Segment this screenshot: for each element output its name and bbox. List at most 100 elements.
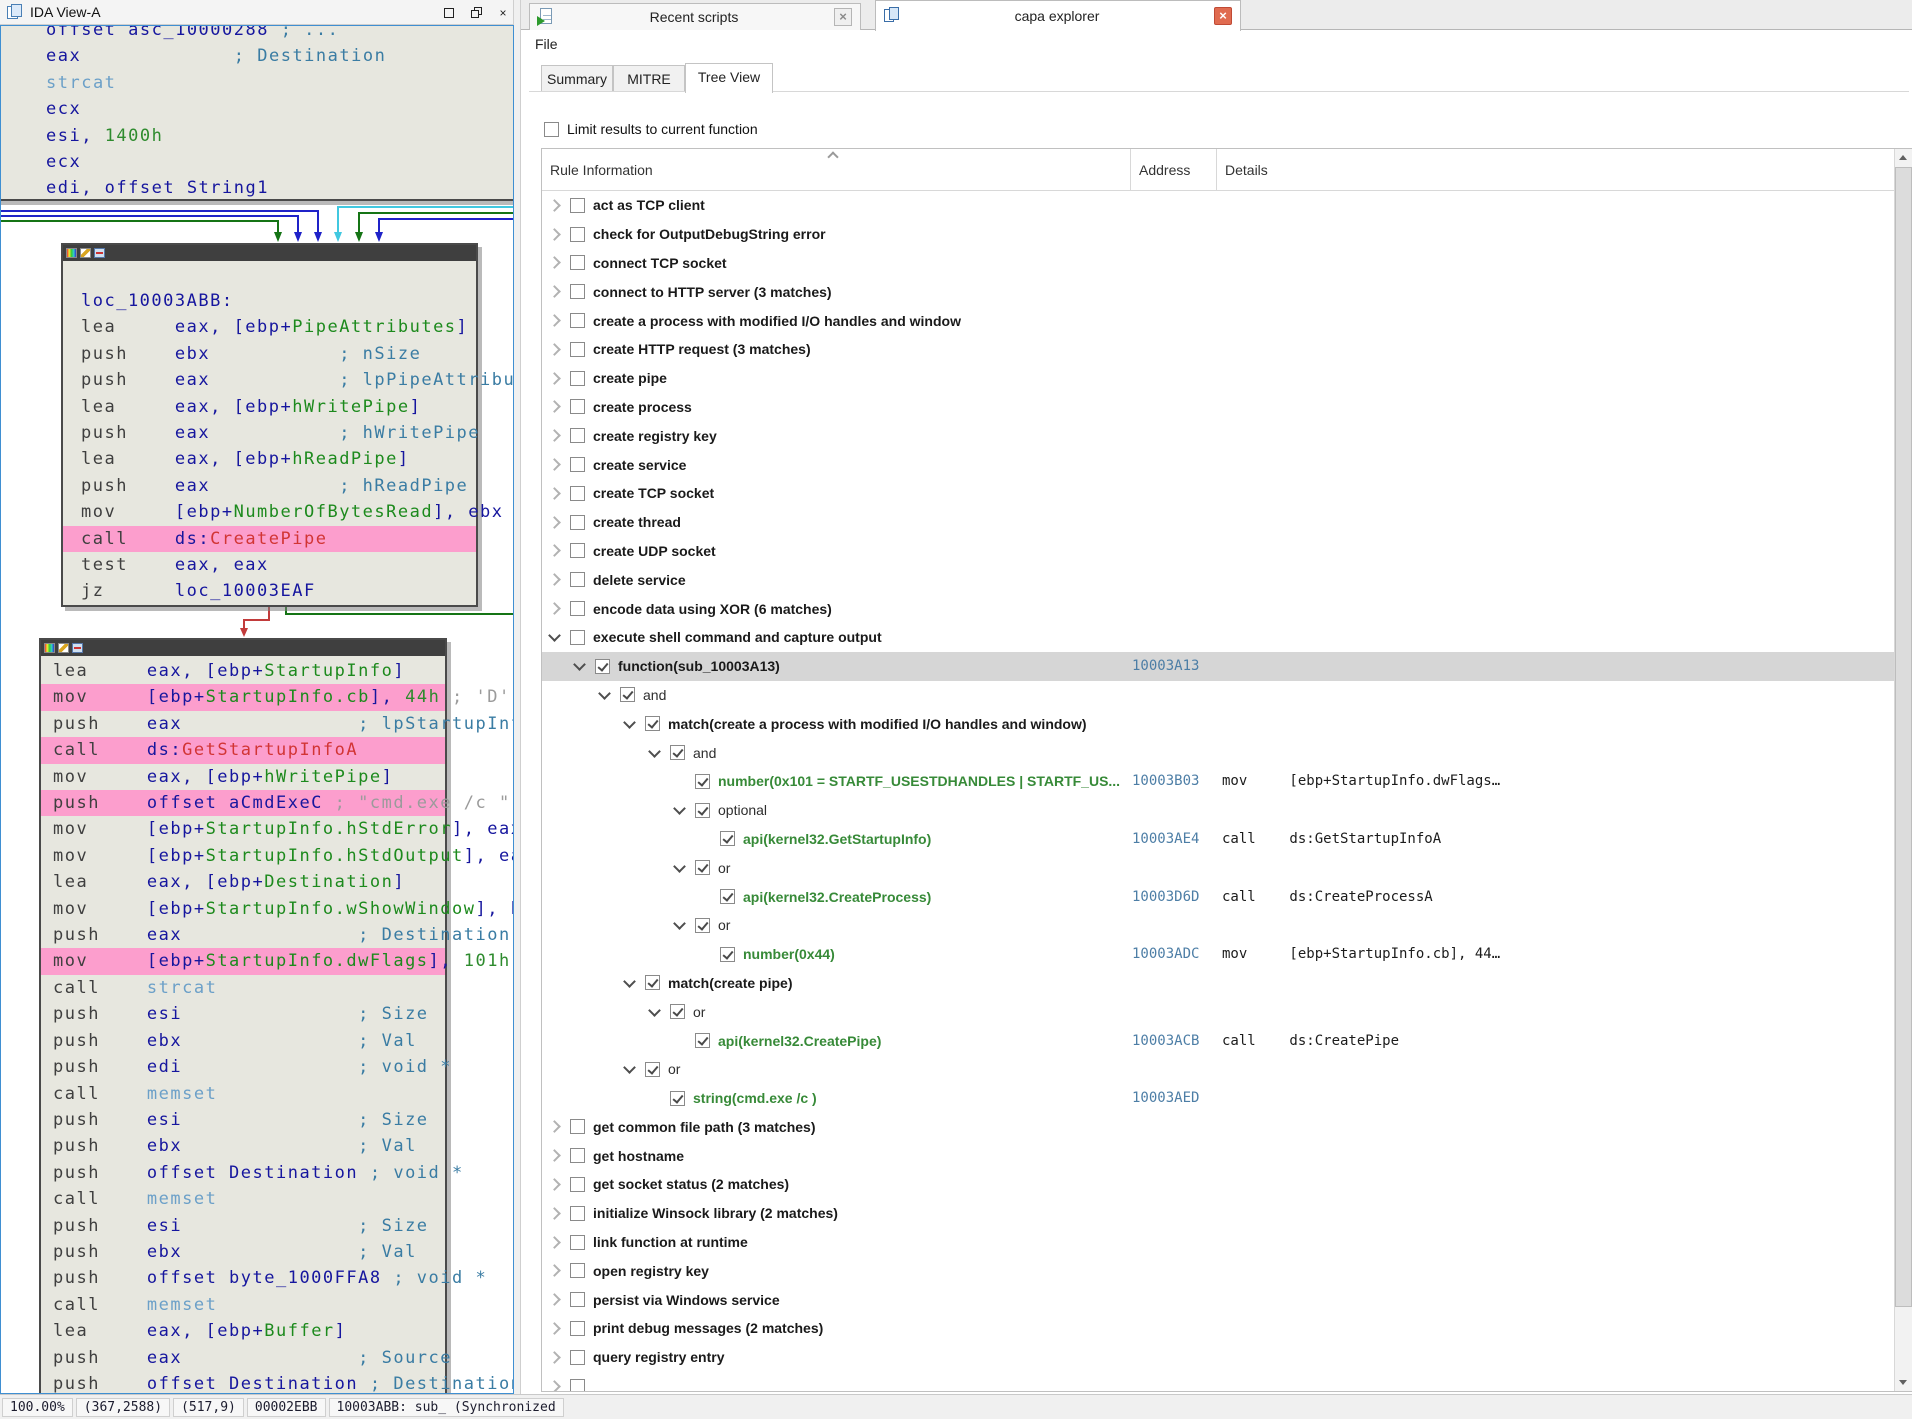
row-checkbox[interactable] (570, 457, 585, 472)
row-checkbox[interactable] (570, 1148, 585, 1163)
tree-row[interactable]: api(kernel32.CreateProcess)10003D6Dcall … (542, 882, 1894, 911)
row-checkbox[interactable] (570, 198, 585, 213)
ida-graph-canvas[interactable]: offset asc_10000288 ; ...eax ; Destinati… (0, 25, 514, 1394)
chevron-right-icon[interactable] (548, 257, 561, 270)
chevron-right-icon[interactable] (548, 1351, 561, 1364)
tree-row[interactable]: match(create a process with modified I/O… (542, 709, 1894, 738)
scrollbar-thumb[interactable] (1895, 167, 1912, 1307)
edit-icon[interactable] (58, 643, 69, 653)
tree-row[interactable]: and (542, 681, 1894, 710)
row-checkbox[interactable] (570, 227, 585, 242)
tree-row[interactable]: create a process with modified I/O handl… (542, 306, 1894, 335)
row-checkbox[interactable] (570, 601, 585, 616)
maximize-icon[interactable] (440, 5, 458, 21)
tree-row[interactable] (542, 1372, 1894, 1391)
tree-row[interactable]: create UDP socket (542, 537, 1894, 566)
table-header[interactable]: Rule Information Address Details (542, 149, 1894, 191)
row-checkbox[interactable] (695, 918, 710, 933)
row-checkbox[interactable] (570, 284, 585, 299)
chevron-down-icon[interactable] (673, 860, 686, 873)
row-checkbox[interactable] (620, 687, 635, 702)
row-checkbox[interactable] (695, 803, 710, 818)
xref-icon[interactable] (72, 643, 83, 653)
tree-row[interactable]: api(kernel32.GetStartupInfo)10003AE4call… (542, 825, 1894, 854)
tab-recent-scripts[interactable]: Recent scripts × (529, 3, 861, 30)
chevron-right-icon[interactable] (548, 314, 561, 327)
row-checkbox[interactable] (570, 428, 585, 443)
row-checkbox[interactable] (570, 1177, 585, 1192)
chevron-right-icon[interactable] (548, 602, 561, 615)
row-checkbox[interactable] (570, 1263, 585, 1278)
chevron-right-icon[interactable] (548, 573, 561, 586)
row-checkbox[interactable] (570, 1119, 585, 1134)
tree-row[interactable]: create HTTP request (3 matches) (542, 335, 1894, 364)
tree-row[interactable]: query registry entry (542, 1343, 1894, 1372)
tree-row[interactable]: or (542, 853, 1894, 882)
chevron-down-icon[interactable] (673, 917, 686, 930)
restore-icon[interactable] (468, 5, 486, 21)
row-checkbox[interactable] (720, 947, 735, 962)
limit-results-checkbox[interactable] (544, 122, 559, 137)
chevron-down-icon[interactable] (673, 802, 686, 815)
chevron-right-icon[interactable] (548, 516, 561, 529)
tab-summary[interactable]: Summary (541, 65, 613, 92)
tree-row[interactable]: create TCP socket (542, 479, 1894, 508)
row-checkbox[interactable] (570, 572, 585, 587)
xref-icon[interactable] (94, 248, 105, 258)
palette-icon[interactable] (66, 248, 77, 258)
basic-block-startupinfo[interactable]: lea eax, [ebp+StartupInfo]mov [ebp+Start… (39, 638, 447, 1394)
basic-block-loc-10003abb[interactable]: loc_10003ABB:lea eax, [ebp+PipeAttribute… (61, 243, 478, 607)
tree-row[interactable]: persist via Windows service (542, 1285, 1894, 1314)
chevron-right-icon[interactable] (548, 1322, 561, 1335)
chevron-right-icon[interactable] (548, 458, 561, 471)
chevron-down-icon[interactable] (573, 658, 586, 671)
row-checkbox[interactable] (570, 313, 585, 328)
scroll-up-icon[interactable] (1895, 149, 1912, 166)
chevron-right-icon[interactable] (548, 343, 561, 356)
chevron-right-icon[interactable] (548, 1236, 561, 1249)
row-checkbox[interactable] (570, 1350, 585, 1365)
tree-row[interactable]: number(0x44)10003ADCmov [ebp+StartupInfo… (542, 940, 1894, 969)
tree-row[interactable]: number(0x101 = STARTF_USESTDHANDLES | ST… (542, 767, 1894, 796)
chevron-right-icon[interactable] (548, 228, 561, 241)
row-checkbox[interactable] (720, 889, 735, 904)
row-checkbox[interactable] (720, 831, 735, 846)
tree-row[interactable]: create process (542, 393, 1894, 422)
ida-view-titlebar[interactable]: IDA View-A × (0, 0, 514, 25)
edit-icon[interactable] (80, 248, 91, 258)
tree-row[interactable]: execute shell command and capture output (542, 623, 1894, 652)
tree-row[interactable]: and (542, 738, 1894, 767)
tab-capa-explorer[interactable]: capa explorer × (875, 0, 1241, 31)
row-checkbox[interactable] (695, 1033, 710, 1048)
row-checkbox[interactable] (645, 1062, 660, 1077)
tree-row[interactable]: string(cmd.exe /c )10003AED (542, 1084, 1894, 1113)
tree-row[interactable]: or (542, 911, 1894, 940)
row-checkbox[interactable] (570, 486, 585, 501)
chevron-down-icon[interactable] (623, 716, 636, 729)
chevron-right-icon[interactable] (548, 1178, 561, 1191)
row-checkbox[interactable] (595, 659, 610, 674)
column-separator[interactable] (1130, 149, 1131, 191)
tree-row[interactable]: encode data using XOR (6 matches) (542, 594, 1894, 623)
tree-row[interactable]: delete service (542, 565, 1894, 594)
tree-row[interactable]: get common file path (3 matches) (542, 1113, 1894, 1142)
chevron-right-icon[interactable] (548, 1207, 561, 1220)
close-icon[interactable]: × (494, 5, 512, 21)
column-rule-information[interactable]: Rule Information (550, 162, 653, 178)
row-checkbox[interactable] (570, 371, 585, 386)
tree-row[interactable]: create service (542, 450, 1894, 479)
tree-row[interactable]: act as TCP client (542, 191, 1894, 220)
chevron-right-icon[interactable] (548, 401, 561, 414)
column-address[interactable]: Address (1139, 162, 1190, 178)
chevron-right-icon[interactable] (548, 372, 561, 385)
close-tab-icon[interactable]: × (834, 8, 852, 26)
tree-row[interactable]: optional (542, 796, 1894, 825)
row-checkbox[interactable] (670, 745, 685, 760)
tree-row[interactable]: get hostname (542, 1141, 1894, 1170)
row-checkbox[interactable] (695, 860, 710, 875)
row-checkbox[interactable] (570, 515, 585, 530)
palette-icon[interactable] (44, 643, 55, 653)
tree-row[interactable]: link function at runtime (542, 1228, 1894, 1257)
chevron-right-icon[interactable] (548, 545, 561, 558)
row-checkbox[interactable] (570, 1206, 585, 1221)
